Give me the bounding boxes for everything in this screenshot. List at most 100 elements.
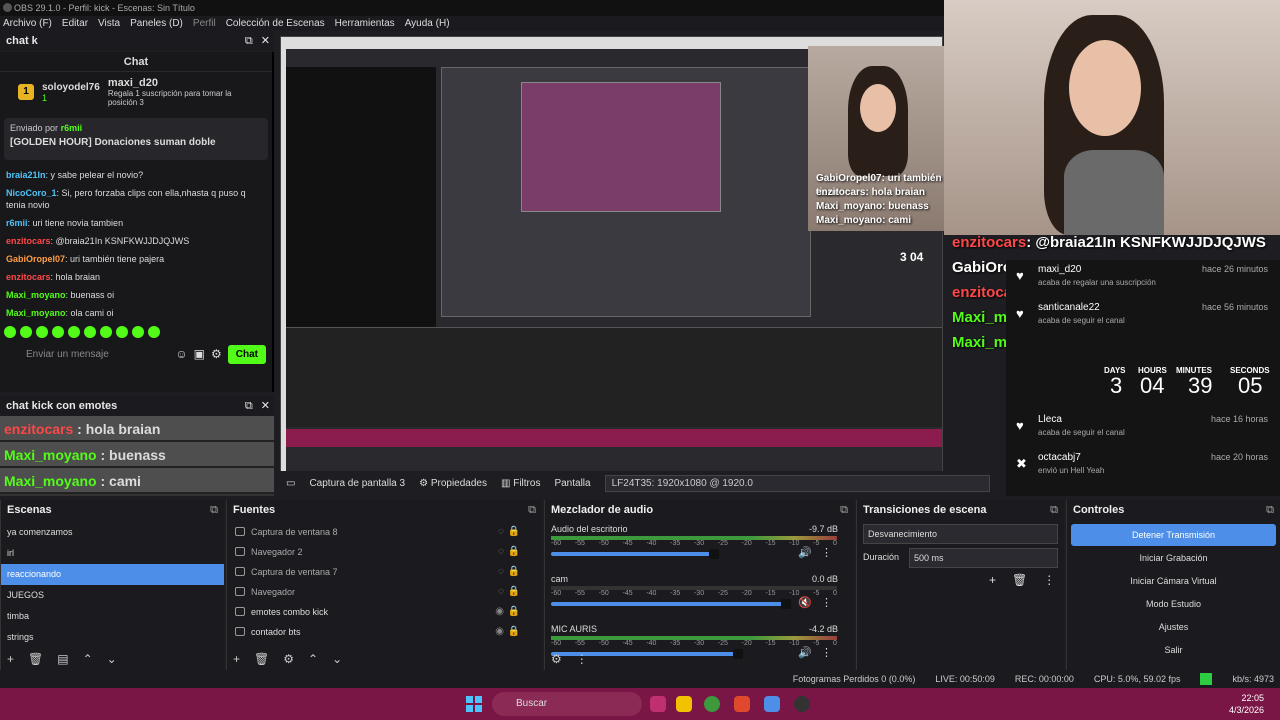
- chat-username[interactable]: NicoCoro_1: [6, 188, 57, 198]
- taskbar-search[interactable]: Buscar: [492, 692, 642, 716]
- more-icon[interactable]: ⋮: [821, 646, 832, 659]
- source-item[interactable]: contador bts ◉ 🔒: [227, 622, 542, 642]
- eye-off-icon[interactable]: ◌: [498, 542, 504, 562]
- speaker-muted-icon[interactable]: 🔇: [798, 596, 812, 609]
- add-icon[interactable]: +: [233, 652, 240, 666]
- eye-off-icon[interactable]: ◌: [498, 562, 504, 582]
- lock-icon[interactable]: 🔒: [508, 602, 520, 622]
- float-icon[interactable]: ⧉: [245, 31, 253, 51]
- filters-button[interactable]: ▥ Filtros: [501, 478, 540, 489]
- lock-icon[interactable]: 🔒: [508, 622, 520, 642]
- trash-icon[interactable]: 🗑: [28, 652, 43, 666]
- emoji-icon[interactable]: ☺: [175, 347, 187, 361]
- obs-icon[interactable]: [794, 696, 810, 712]
- emote-icon[interactable]: [148, 326, 160, 338]
- source-item[interactable]: emotes combo kick ◉ 🔒: [227, 602, 542, 622]
- emote-icon[interactable]: [100, 326, 112, 338]
- menu-item[interactable]: Perfil: [193, 16, 216, 31]
- control-button[interactable]: Salir: [1071, 639, 1276, 661]
- emote-icon[interactable]: [52, 326, 64, 338]
- chat-username[interactable]: enzitocars: [6, 272, 51, 282]
- more-icon[interactable]: ⋮: [821, 596, 832, 609]
- emote-icon[interactable]: [4, 326, 16, 338]
- eye-off-icon[interactable]: ◌: [498, 522, 504, 542]
- chat-username[interactable]: GabiOropel07: [6, 254, 65, 264]
- properties-button[interactable]: ⚙ Propiedades: [419, 478, 487, 489]
- scene-item[interactable]: irl: [1, 543, 224, 564]
- chrome-icon[interactable]: [704, 696, 720, 712]
- menu-item[interactable]: Colección de Escenas: [226, 16, 325, 31]
- add-icon[interactable]: +: [989, 573, 996, 587]
- source-item[interactable]: Navegador 2 ◌ 🔒: [227, 542, 542, 562]
- menu-item[interactable]: Paneles (D): [130, 16, 183, 31]
- slider-handle[interactable]: [781, 599, 791, 609]
- speaker-icon[interactable]: 🔊: [798, 546, 812, 559]
- folder-icon[interactable]: [676, 696, 692, 712]
- source-item[interactable]: Captura de ventana 7 ◌ 🔒: [227, 562, 542, 582]
- down-icon[interactable]: ⌄: [107, 652, 117, 666]
- control-button[interactable]: Iniciar Grabación: [1071, 547, 1276, 569]
- control-button[interactable]: Iniciar Cámara Virtual: [1071, 570, 1276, 592]
- control-button[interactable]: Modo Estudio: [1071, 593, 1276, 615]
- control-button[interactable]: Ajustes: [1071, 616, 1276, 638]
- eye-icon[interactable]: ◉: [495, 622, 504, 642]
- emote-icon[interactable]: [68, 326, 80, 338]
- close-icon[interactable]: ✕: [261, 31, 270, 51]
- lock-icon[interactable]: 🔒: [508, 562, 520, 582]
- up-icon[interactable]: ⌃: [83, 652, 93, 666]
- speaker-icon[interactable]: 🔊: [798, 646, 812, 659]
- scene-item[interactable]: strings: [1, 627, 224, 648]
- add-icon[interactable]: +: [7, 652, 14, 666]
- scene-item[interactable]: reaccionando: [1, 564, 224, 585]
- control-button[interactable]: Detener Transmisión: [1071, 524, 1276, 546]
- undock-icon[interactable]: ⧉: [840, 500, 848, 520]
- pinned-message[interactable]: Enviado por r6mii [GOLDEN HOUR] Donacion…: [4, 118, 268, 160]
- scene-item[interactable]: JUEGOS: [1, 585, 224, 606]
- slider-handle[interactable]: [709, 549, 719, 559]
- menu-item[interactable]: Editar: [62, 16, 88, 31]
- volume-slider[interactable]: [551, 549, 719, 559]
- chat-input[interactable]: Enviar un mensaje: [6, 349, 169, 360]
- source-item[interactable]: Navegador ◌ 🔒: [227, 582, 542, 602]
- emote-icon[interactable]: [84, 326, 96, 338]
- chat-username[interactable]: Maxi_moyano: [6, 308, 66, 318]
- emote-icon[interactable]: [36, 326, 48, 338]
- emote-icon[interactable]: [132, 326, 144, 338]
- undock-icon[interactable]: ⧉: [528, 500, 536, 520]
- settings-icon[interactable]: ⚙: [211, 347, 222, 361]
- windows-start-icon[interactable]: [466, 696, 482, 712]
- duration-input[interactable]: 500 ms: [909, 548, 1058, 568]
- brave-icon[interactable]: [734, 696, 750, 712]
- down-icon[interactable]: ⌄: [332, 652, 342, 666]
- chat-username[interactable]: enzitocars: [6, 236, 51, 246]
- up-icon[interactable]: ⌃: [308, 652, 318, 666]
- undock-icon[interactable]: ⧉: [1050, 500, 1058, 520]
- chat-username[interactable]: braia21In: [6, 170, 46, 180]
- obs-taskbar-icon[interactable]: [650, 696, 666, 712]
- gift-icon[interactable]: ▣: [194, 347, 205, 361]
- chat-username[interactable]: Maxi_moyano: [6, 290, 66, 300]
- undock-icon[interactable]: ⧉: [210, 500, 218, 520]
- gear-icon[interactable]: ⚙: [283, 652, 294, 666]
- source-item[interactable]: Captura de ventana 8 ◌ 🔒: [227, 522, 542, 542]
- emote-icon[interactable]: [116, 326, 128, 338]
- slider-handle[interactable]: [733, 649, 743, 659]
- filter-icon[interactable]: ▤: [57, 652, 68, 666]
- scene-item[interactable]: timba: [1, 606, 224, 627]
- gear-icon[interactable]: ⚙: [551, 652, 562, 666]
- emote-icon[interactable]: [20, 326, 32, 338]
- undock-icon[interactable]: ⧉: [1266, 500, 1274, 520]
- more-icon[interactable]: ⋮: [576, 652, 588, 666]
- trash-icon[interactable]: 🗑: [1012, 573, 1027, 587]
- transition-select[interactable]: Desvanecimiento: [863, 524, 1058, 544]
- more-icon[interactable]: ⋮: [821, 546, 832, 559]
- chat-send-button[interactable]: Chat: [227, 344, 266, 364]
- chat-username[interactable]: r6mii: [6, 218, 28, 228]
- menu-item[interactable]: Ayuda (H): [405, 16, 450, 31]
- eye-off-icon[interactable]: ◌: [498, 582, 504, 602]
- scene-item[interactable]: ya comenzamos: [1, 522, 224, 543]
- more-icon[interactable]: ⋮: [1043, 573, 1055, 587]
- menu-item[interactable]: Herramientas: [335, 16, 395, 31]
- menu-item[interactable]: Archivo (F): [3, 16, 52, 31]
- app-icon[interactable]: [764, 696, 780, 712]
